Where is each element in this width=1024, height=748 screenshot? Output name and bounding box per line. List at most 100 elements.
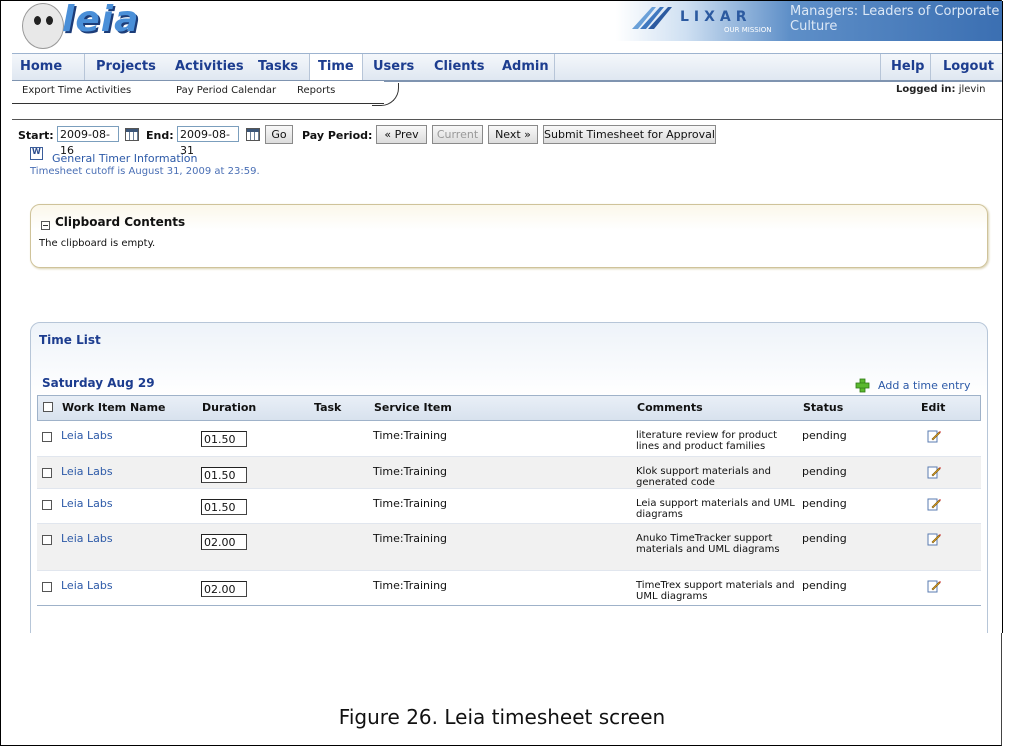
service-item-cell: Time:Training	[373, 532, 448, 545]
duration-input[interactable]: 02.00	[201, 534, 247, 550]
nav-clients[interactable]: Clients	[434, 54, 484, 80]
app-logo[interactable]: leia	[62, 1, 139, 40]
submit-timesheet-button[interactable]: Submit Timesheet for Approval	[543, 125, 716, 144]
table-header: Work Item Name Duration Task Service Ite…	[37, 395, 981, 421]
nav-activities[interactable]: Activities	[175, 54, 244, 80]
table-row: Leia Labs 01.50 Time:Training Leia suppo…	[37, 489, 981, 524]
next-period-button[interactable]: Next »	[488, 125, 538, 144]
col-edit: Edit	[921, 401, 946, 414]
col-task[interactable]: Task	[314, 401, 341, 414]
select-all-checkbox[interactable]	[43, 402, 53, 412]
time-list-panel: Time List Saturday Aug 29 Add a time ent…	[30, 322, 988, 633]
service-item-cell: Time:Training	[373, 429, 448, 442]
work-item-link[interactable]: Leia Labs	[61, 532, 113, 545]
main-nav: Home Projects Activities Tasks Time User…	[12, 53, 1002, 82]
figure-frame: leia LIXAR OUR MISSION Managers: Leaders…	[0, 0, 1003, 746]
collapse-minus-icon[interactable]	[41, 221, 50, 230]
subnav-export-time[interactable]: Export Time Activities	[22, 85, 131, 96]
table-row: Leia Labs 01.50 Time:Training Klok suppo…	[37, 457, 981, 489]
comments-cell: literature review for product lines and …	[636, 430, 777, 452]
work-item-link[interactable]: Leia Labs	[61, 465, 113, 478]
end-date-input[interactable]: 2009-08-31	[177, 126, 239, 157]
sub-nav: Export Time Activities Pay Period Calend…	[12, 81, 1002, 120]
plus-icon[interactable]	[855, 378, 870, 393]
service-item-cell: Time:Training	[373, 579, 448, 592]
partner-name: LIXAR	[680, 9, 752, 25]
row-checkbox[interactable]	[42, 500, 52, 510]
general-timer-link[interactable]: General Timer Information	[52, 152, 197, 165]
time-table: Work Item Name Duration Task Service Ite…	[37, 395, 981, 606]
comments-cell: Anuko TimeTracker support materials and …	[636, 533, 780, 555]
screenshot: leia LIXAR OUR MISSION Managers: Leaders…	[12, 1, 1003, 633]
row-checkbox[interactable]	[42, 432, 52, 442]
nav-time[interactable]: Time	[309, 54, 363, 80]
nav-tasks[interactable]: Tasks	[258, 54, 298, 80]
status-cell: pending	[802, 465, 847, 478]
end-label: End:	[146, 129, 174, 142]
edit-pencil-icon[interactable]	[927, 429, 941, 443]
current-period-button[interactable]: Current	[432, 125, 483, 144]
duration-input[interactable]: 01.50	[201, 467, 247, 483]
timesheet-cutoff-note: Timesheet cutoff is August 31, 2009 at 2…	[30, 166, 260, 177]
row-checkbox[interactable]	[42, 535, 52, 545]
col-work-item-name[interactable]: Work Item Name	[62, 401, 166, 414]
header-tagline: Managers: Leaders of Corporate Culture	[790, 4, 1000, 34]
date-toolbar: Start: 2009-08-16 End: 2009-08-31 Go Pay…	[12, 125, 1002, 157]
time-list-title: Time List	[39, 333, 101, 347]
table-row: Leia Labs 02.00 Time:Training TimeTrex s…	[37, 571, 981, 606]
status-cell: pending	[802, 497, 847, 510]
comments-cell: Klok support materials and generated cod…	[636, 466, 771, 488]
work-item-link[interactable]: Leia Labs	[61, 429, 113, 442]
edit-pencil-icon[interactable]	[927, 532, 941, 546]
prev-period-button[interactable]: « Prev	[376, 125, 427, 144]
pay-period-label: Pay Period:	[302, 129, 373, 142]
row-checkbox[interactable]	[42, 468, 52, 478]
nav-help[interactable]: Help	[891, 54, 924, 80]
subnav-divider	[12, 119, 1002, 120]
col-service-item[interactable]: Service Item	[374, 401, 452, 414]
table-row: Leia Labs 02.00 Time:Training Anuko Time…	[37, 524, 981, 571]
logged-in-user: jlevin	[958, 84, 986, 95]
work-item-link[interactable]: Leia Labs	[61, 497, 113, 510]
col-duration[interactable]: Duration	[202, 401, 256, 414]
go-button[interactable]: Go	[265, 125, 293, 144]
nav-home[interactable]: Home	[20, 54, 62, 80]
nav-projects[interactable]: Projects	[96, 54, 156, 80]
add-time-entry-link[interactable]: Add a time entry	[878, 379, 970, 392]
duration-input[interactable]: 01.50	[201, 499, 247, 515]
calendar-icon[interactable]	[246, 128, 260, 141]
mascot-icon	[22, 3, 64, 49]
col-status[interactable]: Status	[803, 401, 843, 414]
logged-in-status: Logged in: jlevin	[896, 84, 985, 95]
duration-input[interactable]: 01.50	[201, 431, 247, 447]
edit-pencil-icon[interactable]	[927, 465, 941, 479]
col-comments[interactable]: Comments	[637, 401, 703, 414]
status-cell: pending	[802, 532, 847, 545]
status-cell: pending	[802, 579, 847, 592]
comments-cell: Leia support materials and UML diagrams	[636, 498, 795, 520]
subnav-reports[interactable]: Reports	[297, 85, 335, 96]
word-doc-icon	[30, 147, 43, 160]
service-item-cell: Time:Training	[373, 465, 448, 478]
row-checkbox[interactable]	[42, 582, 52, 592]
subnav-pay-period-calendar[interactable]: Pay Period Calendar	[176, 85, 276, 96]
nav-divider	[554, 54, 555, 80]
logged-in-label: Logged in:	[896, 84, 956, 95]
edit-pencil-icon[interactable]	[927, 579, 941, 593]
start-date-input[interactable]: 2009-08-16	[57, 126, 119, 157]
status-cell: pending	[802, 429, 847, 442]
clipboard-panel: Clipboard Contents The clipboard is empt…	[30, 204, 988, 268]
figure-caption: Figure 26. Leia timesheet screen	[338, 705, 666, 729]
clipboard-empty-text: The clipboard is empty.	[39, 238, 156, 249]
work-item-link[interactable]: Leia Labs	[61, 579, 113, 592]
duration-input[interactable]: 02.00	[201, 581, 247, 597]
comments-cell: TimeTrex support materials and UML diagr…	[636, 580, 795, 602]
nav-users[interactable]: Users	[373, 54, 414, 80]
nav-divider	[880, 54, 881, 80]
edit-pencil-icon[interactable]	[927, 497, 941, 511]
nav-logout[interactable]: Logout	[943, 54, 994, 80]
subnav-curve	[372, 83, 399, 106]
nav-admin[interactable]: Admin	[502, 54, 549, 80]
table-row: Leia Labs 01.50 Time:Training literature…	[37, 421, 981, 457]
calendar-icon[interactable]	[125, 128, 139, 141]
